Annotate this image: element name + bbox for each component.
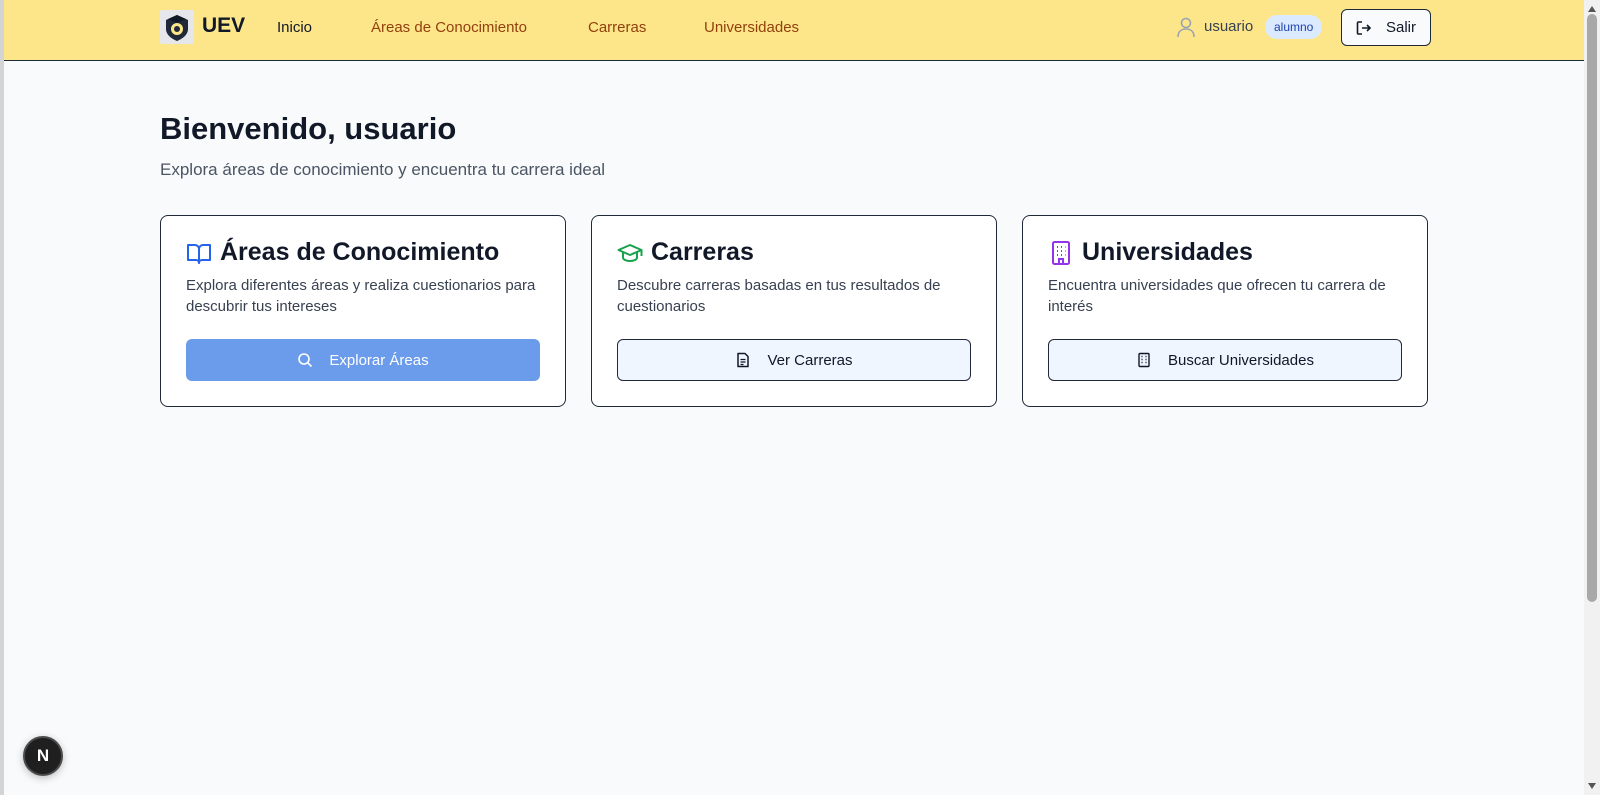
graduation-cap-icon — [617, 243, 643, 262]
search-universities-button[interactable]: Buscar Universidades — [1048, 339, 1402, 381]
search-icon — [298, 353, 313, 368]
scroll-up-icon[interactable] — [1588, 6, 1596, 12]
card-description: Encuentra universidades que ofrecen tu c… — [1048, 277, 1386, 315]
card-description: Descubre carreras basadas en tus resulta… — [617, 277, 941, 315]
card-title: Áreas de Conocimiento — [220, 238, 500, 266]
building-icon — [1052, 240, 1070, 265]
user-icon — [1177, 17, 1195, 38]
role-badge: alumno — [1265, 15, 1323, 39]
window-left-edge — [0, 0, 4, 795]
logout-label: Salir — [1385, 19, 1416, 36]
card-description: Explora diferentes áreas y realiza cuest… — [186, 277, 536, 315]
nav-inicio[interactable]: Inicio — [277, 19, 312, 36]
card-carreras: Carreras Descubre carreras basadas en tu… — [591, 215, 997, 407]
card-title: Universidades — [1082, 238, 1253, 266]
uev-logo-icon[interactable] — [160, 10, 194, 44]
book-open-icon — [187, 243, 211, 264]
button-label: Explorar Áreas — [329, 351, 429, 369]
app-window: UEV Inicio Áreas de Conocimiento Carrera… — [0, 0, 1600, 795]
nav-areas-de-conocimiento[interactable]: Áreas de Conocimiento — [371, 19, 527, 36]
scroll-down-icon[interactable] — [1588, 783, 1596, 789]
card-areas: Áreas de Conocimiento Explora diferentes… — [160, 215, 566, 407]
page-title: Bienvenido, usuario — [160, 111, 457, 146]
vertical-scrollbar[interactable] — [1584, 0, 1600, 795]
button-label: Ver Carreras — [767, 351, 853, 369]
scroll-thumb[interactable] — [1587, 14, 1597, 602]
button-label: Buscar Universidades — [1168, 351, 1314, 369]
explore-areas-button[interactable]: Explorar Áreas — [186, 339, 540, 381]
building-icon — [1138, 352, 1150, 368]
brand-name[interactable]: UEV — [202, 14, 245, 38]
navbar: UEV Inicio Áreas de Conocimiento Carrera… — [4, 0, 1584, 61]
view-careers-button[interactable]: Ver Carreras — [617, 339, 971, 381]
nav-carreras[interactable]: Carreras — [588, 19, 646, 36]
card-universidades: Universidades Encuentra universidades qu… — [1022, 215, 1428, 407]
file-text-icon — [737, 352, 750, 368]
user-name: usuario — [1204, 18, 1254, 35]
logout-button[interactable]: Salir — [1341, 9, 1431, 46]
nav-universidades[interactable]: Universidades — [704, 19, 799, 36]
log-out-icon — [1356, 20, 1372, 35]
card-title: Carreras — [651, 238, 754, 266]
page-subtitle: Explora áreas de conocimiento y encuentr… — [160, 160, 606, 179]
nextjs-dev-badge[interactable]: N — [23, 736, 63, 776]
